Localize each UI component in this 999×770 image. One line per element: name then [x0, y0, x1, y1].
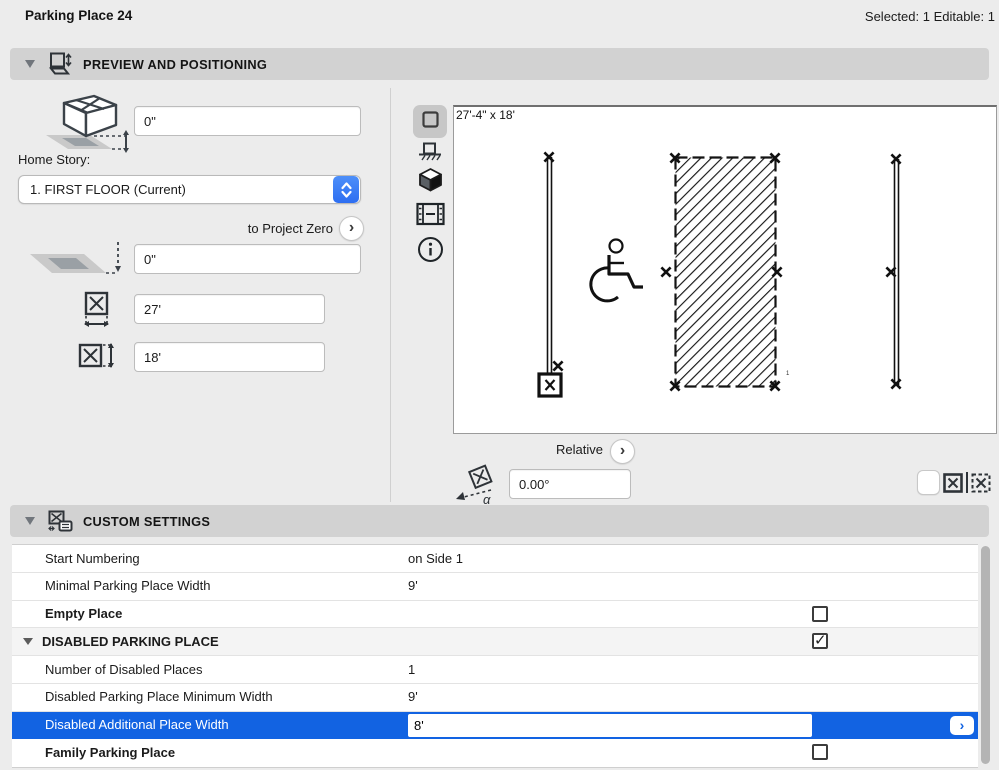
relative-label: Relative	[556, 442, 603, 457]
select-stepper-icon[interactable]	[333, 176, 359, 203]
height-icon	[78, 341, 124, 376]
custom-settings-icon	[47, 509, 73, 533]
parking-preview-drawing: 1	[537, 151, 902, 398]
table-row[interactable]: Number of Disabled Places 1	[12, 656, 978, 684]
to-project-zero-button[interactable]: ›	[339, 216, 364, 241]
elevation-view-icon	[418, 142, 442, 167]
info-icon	[417, 236, 444, 268]
family-parking-checkbox[interactable]: ✓	[812, 744, 828, 761]
home-story-label: Home Story:	[18, 152, 91, 167]
elevation-to-zero-icon	[26, 240, 130, 291]
flip-checkbox[interactable]	[917, 470, 940, 495]
checkmark-icon: ✓	[814, 632, 827, 650]
row-label: Minimal Parking Place Width	[45, 578, 211, 594]
table-row[interactable]: DISABLED PARKING PLACE ✓	[12, 628, 978, 656]
chevron-right-icon: ›	[619, 441, 626, 459]
disabled-place-hatch: 1	[660, 152, 790, 392]
width-icon	[76, 291, 120, 340]
rotation-icon: α	[450, 464, 504, 511]
elevation-to-story-icon	[38, 91, 134, 160]
row-value: on Side 1	[408, 550, 463, 566]
disabled-parking-checkbox[interactable]: ✓	[812, 632, 828, 650]
width-input[interactable]	[134, 294, 325, 324]
disclosure-triangle-icon[interactable]	[25, 60, 35, 68]
selection-status: Selected: 1 Editable: 1	[864, 9, 995, 24]
row-detail-button[interactable]: ›	[950, 715, 974, 735]
dashed-boxed-x-icon	[971, 473, 991, 493]
home-story-select[interactable]: 1. FIRST FLOOR (Current)	[18, 175, 361, 204]
table-row[interactable]: Family Parking Place ✓	[12, 739, 978, 767]
chevron-right-icon: ›	[348, 218, 355, 236]
elevation-top-input[interactable]	[134, 106, 361, 136]
view-2d-button[interactable]	[413, 105, 447, 138]
row-value: 9'	[408, 578, 418, 594]
row-label: DISABLED PARKING PLACE	[42, 633, 219, 649]
preview-positioning-icon	[47, 52, 73, 76]
side-line-left	[537, 151, 564, 398]
hotspot-separator	[966, 472, 968, 493]
info-button[interactable]	[414, 236, 446, 268]
row-value: 1	[408, 661, 416, 677]
film-strip-icon	[415, 202, 445, 231]
preview-dimension-label: 27'-4" x 18'	[456, 108, 515, 122]
hotspot-solid-button[interactable]	[943, 473, 963, 498]
relative-button[interactable]: ›	[610, 439, 635, 464]
boxed-x-icon	[943, 473, 963, 493]
table-row[interactable]: Disabled Parking Place Minimum Width 9'	[12, 683, 978, 712]
elevation-bottom-input[interactable]	[134, 244, 361, 274]
empty-place-checkbox[interactable]: ✓	[812, 605, 828, 622]
rotation-angle-input[interactable]	[509, 469, 631, 499]
table-row[interactable]: Empty Place ✓	[12, 600, 978, 629]
row-label: Number of Disabled Places	[45, 661, 203, 677]
wheelchair-symbol	[589, 238, 643, 303]
row-label: Disabled Additional Place Width	[45, 717, 229, 732]
section-preview-positioning[interactable]: PREVIEW AND POSITIONING	[10, 48, 989, 80]
view-elevation-button[interactable]	[414, 142, 446, 167]
table-row[interactable]: Minimal Parking Place Width 9'	[12, 572, 978, 601]
table-scrollbar[interactable]	[981, 546, 990, 764]
group-triangle-icon[interactable]	[23, 638, 33, 646]
view-movie-button[interactable]	[414, 202, 446, 231]
row-label: Disabled Parking Place Minimum Width	[45, 689, 273, 705]
window-title: Parking Place 24	[25, 8, 133, 23]
settings-table: Start Numbering on Side 1 Minimal Parkin…	[12, 544, 978, 768]
to-project-zero-label: to Project Zero	[247, 221, 333, 236]
hotspot-dashed-button[interactable]	[971, 473, 991, 498]
section-custom-settings[interactable]: CUSTOM SETTINGS	[10, 505, 989, 537]
side-line-right	[885, 153, 902, 390]
table-row-selected[interactable]: Disabled Additional Place Width ›	[12, 711, 978, 740]
row-label: Family Parking Place	[45, 744, 176, 760]
place-number-label: 1	[786, 371, 790, 377]
home-story-value: 1. FIRST FLOOR (Current)	[30, 182, 186, 197]
height-input[interactable]	[134, 342, 325, 372]
section-title: PREVIEW AND POSITIONING	[83, 56, 268, 72]
svg-text:α: α	[483, 492, 491, 506]
row-label: Start Numbering	[45, 550, 140, 566]
row-label: Empty Place	[45, 606, 123, 621]
plan-view-icon	[421, 110, 439, 133]
object-settings-window: Parking Place 24 Selected: 1 Editable: 1…	[0, 0, 999, 770]
disclosure-triangle-icon[interactable]	[25, 517, 35, 525]
table-row[interactable]: Start Numbering on Side 1	[12, 545, 978, 573]
cube-3d-icon	[418, 167, 443, 197]
preview-canvas[interactable]: 27'-4" x 18' 1	[453, 105, 997, 434]
disabled-additional-width-input[interactable]	[408, 713, 812, 737]
panel-divider	[390, 88, 391, 502]
section-title: CUSTOM SETTINGS	[83, 513, 211, 529]
chevron-right-icon: ›	[959, 717, 965, 733]
row-value: 9'	[408, 689, 418, 705]
view-3d-button[interactable]	[414, 167, 446, 197]
